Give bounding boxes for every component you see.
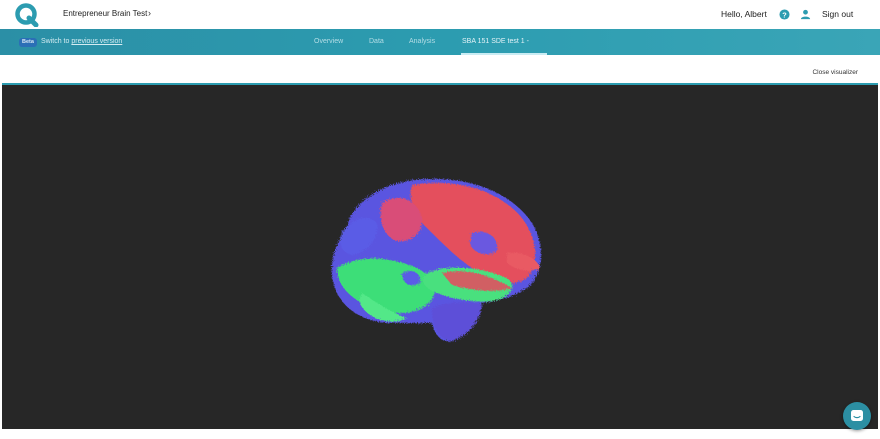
chevron-right-icon[interactable]: › [148, 8, 151, 18]
help-icon[interactable]: ? [779, 9, 790, 20]
tab-data[interactable]: Data [369, 38, 384, 45]
tab-sba-test[interactable]: SBA 151 SDE test 1 - [462, 38, 529, 45]
nav-bar: Beta Switch to previous version Overview… [0, 29, 880, 55]
brain-tractography-image [331, 178, 541, 342]
chat-button[interactable] [843, 402, 871, 430]
project-name-link[interactable]: Entrepreneur Brain Test [63, 9, 147, 18]
sign-out-link[interactable]: Sign out [822, 9, 853, 19]
switch-version-text: Switch to previous version [41, 38, 122, 45]
top-header: Entrepreneur Brain Test › Hello, Albert … [0, 0, 880, 29]
close-visualizer-button[interactable]: Close visualizer [812, 69, 858, 76]
user-icon[interactable] [800, 9, 811, 20]
user-greeting: Hello, Albert [721, 9, 767, 19]
chat-icon [851, 410, 863, 421]
switch-label: Switch to [41, 38, 70, 45]
q-logo-icon[interactable] [14, 3, 40, 27]
visualizer-toolbar: Close visualizer [0, 55, 880, 83]
previous-version-link[interactable]: previous version [71, 38, 122, 45]
beta-badge: Beta [19, 38, 37, 47]
tab-overview[interactable]: Overview [314, 38, 343, 45]
brain-visualizer-canvas[interactable] [2, 83, 878, 429]
tab-analysis[interactable]: Analysis [409, 38, 435, 45]
svg-text:?: ? [782, 10, 787, 19]
